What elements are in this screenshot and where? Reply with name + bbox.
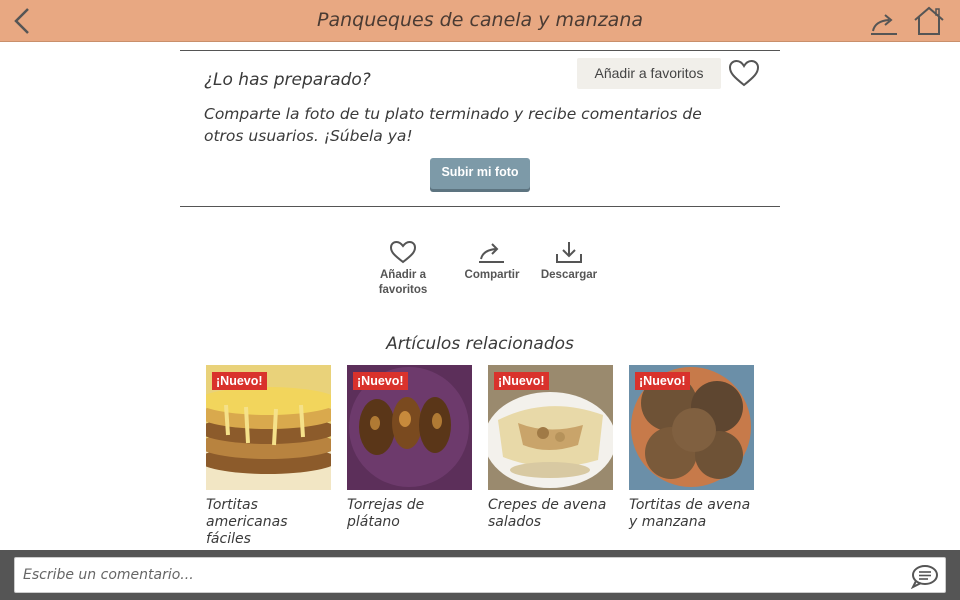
related-thumbnail: ¡Nuevo! (347, 365, 472, 490)
action-share[interactable]: Compartir (455, 240, 529, 283)
new-badge: ¡Nuevo! (635, 372, 690, 390)
heart-icon[interactable] (728, 59, 760, 87)
related-caption: Crepes de avena salados (488, 497, 607, 530)
heart-icon (389, 240, 417, 264)
related-item[interactable]: ¡Nuevo! Tortitas americanas fáciles (206, 365, 331, 548)
prepared-description: Comparte la foto de tu plato terminado y… (204, 105, 702, 145)
share-icon (479, 243, 504, 263)
new-badge: ¡Nuevo! (494, 372, 549, 390)
related-thumbnail: ¡Nuevo! (206, 365, 331, 490)
related-thumbnail: ¡Nuevo! (488, 365, 613, 490)
related-title: Artículos relacionados (386, 334, 574, 354)
comment-send-icon[interactable] (910, 563, 940, 590)
page-title: Panqueques de canela y manzana (316, 9, 643, 31)
new-badge: ¡Nuevo! (212, 372, 267, 390)
new-badge: ¡Nuevo! (353, 372, 408, 390)
recipe-actions: Añadir a favoritos Compartir Descargar (0, 240, 960, 304)
top-bar: Panqueques de canela y manzana (0, 0, 960, 42)
upload-photo-button[interactable]: Subir mi foto (430, 158, 530, 189)
action-add-favorites[interactable]: Añadir a favoritos (366, 240, 440, 298)
comment-bar: Escribe un comentario... (0, 550, 960, 600)
home-icon[interactable] (912, 5, 946, 37)
related-item[interactable]: ¡Nuevo! Tortitas de avena y manzana (629, 365, 754, 531)
action-label: Añadir a favoritos (378, 269, 428, 296)
action-download[interactable]: Descargar (532, 240, 606, 283)
add-to-favorites-button[interactable]: Añadir a favoritos (577, 58, 721, 89)
related-item[interactable]: ¡Nuevo! Crepes de avena salados (488, 365, 613, 531)
related-caption: Tortitas americanas fáciles (206, 497, 288, 547)
action-label: Descargar (540, 269, 598, 281)
prepared-section: ¿Lo has preparado? Añadir a favoritos Co… (180, 50, 780, 207)
action-label: Compartir (464, 269, 520, 281)
prepared-title: ¿Lo has preparado? (204, 70, 371, 90)
related-caption: Torrejas de plátano (347, 497, 425, 530)
comment-input[interactable]: Escribe un comentario... (14, 557, 946, 593)
download-icon (556, 242, 582, 263)
share-icon[interactable] (869, 9, 901, 37)
related-thumbnail: ¡Nuevo! (629, 365, 754, 490)
related-item[interactable]: ¡Nuevo! Torrejas de plátano (347, 365, 472, 531)
related-caption: Tortitas de avena y manzana (629, 497, 751, 530)
